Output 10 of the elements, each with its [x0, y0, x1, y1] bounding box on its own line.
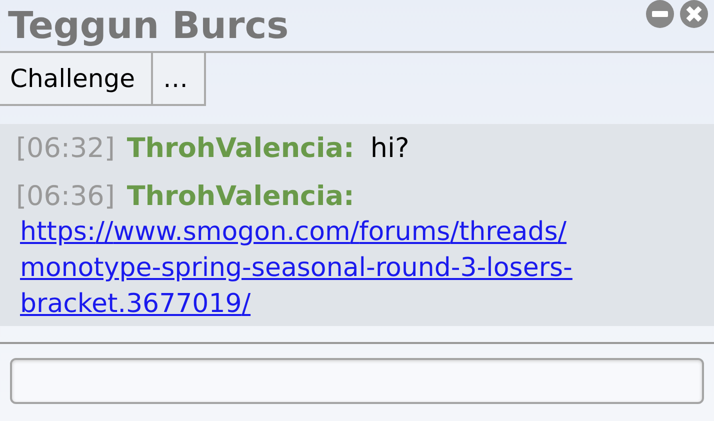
message-text: hi?	[370, 133, 410, 164]
timestamp: [06:32]	[16, 133, 115, 164]
more-button[interactable]: …	[153, 53, 206, 106]
close-icon[interactable]	[680, 0, 708, 28]
window-title: Teggun Burcs	[8, 4, 289, 47]
chat-input[interactable]	[10, 358, 704, 404]
minimize-icon[interactable]	[646, 0, 674, 28]
challenge-button[interactable]: Challenge	[0, 53, 153, 106]
message-link[interactable]: https://www.smogon.com/forums/threads/monotype-spring-seasonal-round-3-losers-bracket.3677019/	[20, 214, 704, 322]
timestamp: [06:36]	[16, 181, 115, 212]
